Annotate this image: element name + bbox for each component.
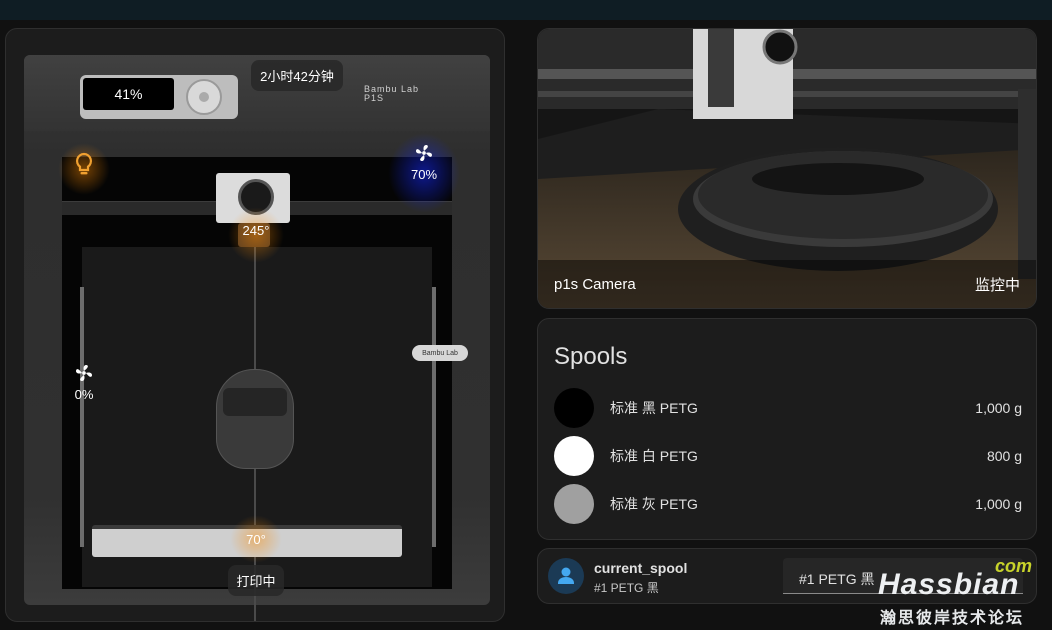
- top-app-bar: [0, 0, 1052, 20]
- left-rail: [80, 287, 84, 547]
- spools-card: Spools 标准 黑 PETG 1,000 g 标准 白 PETG 800 g…: [537, 318, 1037, 540]
- spool-row[interactable]: 标准 黑 PETG 1,000 g: [554, 387, 1022, 429]
- spool-name: 标准 灰 PETG: [610, 496, 698, 512]
- chamber-fan-speed: 0%: [74, 387, 94, 402]
- spool-weight: 1,000 g: [975, 400, 1022, 416]
- entity-state: #1 PETG 黑: [594, 581, 659, 595]
- watermark-logo: com Hassbian 瀚思彼岸技术论坛: [878, 556, 1032, 627]
- printer-brand-logo: Bambu Lab P1S: [364, 84, 420, 103]
- chamber-light-button[interactable]: [72, 151, 96, 179]
- printed-part: [216, 369, 294, 469]
- card-title: Spools: [554, 343, 628, 370]
- spool-name: 标准 白 PETG: [610, 448, 698, 464]
- camera-footer: p1s Camera 监控中: [538, 260, 1036, 308]
- dpad-icon: [186, 79, 222, 115]
- spool-row[interactable]: 标准 白 PETG 800 g: [554, 435, 1022, 477]
- nozzle-temperature[interactable]: 245°: [234, 223, 278, 238]
- spool-weight: 800 g: [986, 448, 1022, 464]
- filament-color-swatch: [554, 484, 594, 524]
- camera-card[interactable]: p1s Camera 监控中: [537, 28, 1037, 309]
- side-brand-tag: Bambu Lab: [412, 345, 468, 361]
- print-status: 打印中: [228, 565, 284, 596]
- lightbulb-icon: [75, 152, 93, 175]
- camera-state: 监控中: [974, 276, 1020, 294]
- aux-fan-button[interactable]: 70%: [404, 142, 444, 182]
- printer-card[interactable]: 41% Bambu Lab P1S Bambu Lab 2小时42分钟 70% …: [5, 28, 505, 622]
- aux-fan-speed: 70%: [410, 167, 438, 182]
- right-rail: [432, 287, 436, 547]
- chamber-fan-button[interactable]: 0%: [64, 362, 104, 402]
- bed-temperature[interactable]: 70°: [236, 532, 276, 547]
- filament-color-swatch: [554, 436, 594, 476]
- progress-display: 41%: [83, 78, 174, 110]
- entity-name: current_spool: [594, 560, 688, 576]
- spool-name: 标准 黑 PETG: [610, 400, 698, 416]
- account-icon: [558, 567, 574, 584]
- spool-row[interactable]: 标准 灰 PETG 1,000 g: [554, 483, 1022, 525]
- printer-control-panel: 41%: [80, 75, 238, 119]
- entity-avatar[interactable]: [548, 558, 584, 594]
- camera-title: p1s Camera: [554, 275, 636, 293]
- filament-color-swatch: [554, 388, 594, 428]
- remaining-time: 2小时42分钟: [251, 60, 343, 91]
- fan-icon: [415, 144, 433, 162]
- fan-icon: [75, 364, 93, 382]
- spool-weight: 1,000 g: [975, 496, 1022, 512]
